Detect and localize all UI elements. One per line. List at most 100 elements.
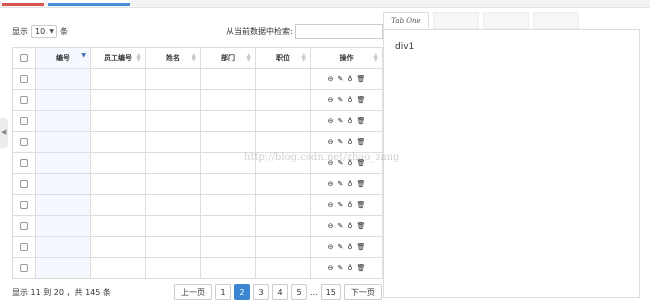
edit-icon[interactable]: ✎ bbox=[337, 75, 343, 83]
row-checkbox[interactable] bbox=[12, 152, 36, 174]
tab-one[interactable]: Tab One bbox=[383, 12, 429, 29]
view-icon[interactable]: ⊖ bbox=[328, 75, 334, 83]
key-icon[interactable]: ♁ bbox=[347, 75, 352, 83]
table-cell bbox=[145, 173, 201, 195]
col-header-dept[interactable]: 部门 ▲ ▼ bbox=[200, 47, 256, 69]
row-checkbox[interactable] bbox=[12, 89, 36, 111]
table-row: ⊖ ✎ ♁ 🗑 bbox=[12, 89, 383, 111]
key-icon[interactable]: ♁ bbox=[347, 222, 352, 230]
key-icon[interactable]: ♁ bbox=[347, 243, 352, 251]
table-cell bbox=[145, 110, 201, 132]
key-icon[interactable]: ♁ bbox=[347, 96, 352, 104]
page-button-2[interactable]: 2 bbox=[234, 284, 250, 300]
cell-id bbox=[35, 68, 91, 90]
table-row: ⊖ ✎ ♁ 🗑 bbox=[12, 257, 383, 279]
row-checkbox[interactable] bbox=[12, 173, 36, 195]
table-row: ⊖ ✎ ♁ 🗑 bbox=[12, 173, 383, 195]
edit-icon[interactable]: ✎ bbox=[337, 138, 343, 146]
view-icon[interactable]: ⊖ bbox=[328, 96, 334, 104]
table-cell bbox=[145, 68, 201, 90]
delete-icon[interactable]: 🗑 bbox=[357, 243, 366, 251]
view-icon[interactable]: ⊖ bbox=[328, 180, 334, 188]
row-checkbox[interactable] bbox=[12, 257, 36, 279]
delete-icon[interactable]: 🗑 bbox=[357, 201, 366, 209]
search-control: 从当前数据中检索: bbox=[226, 24, 383, 39]
row-checkbox[interactable] bbox=[12, 68, 36, 90]
key-icon[interactable]: ♁ bbox=[347, 117, 352, 125]
delete-icon[interactable]: 🗑 bbox=[357, 138, 366, 146]
view-icon[interactable]: ⊖ bbox=[328, 201, 334, 209]
view-icon[interactable]: ⊖ bbox=[328, 243, 334, 251]
view-icon[interactable]: ⊖ bbox=[328, 222, 334, 230]
page-length-select[interactable]: 10 ▼ bbox=[31, 24, 57, 38]
sort-icon: ▲ ▼ bbox=[191, 52, 196, 63]
row-checkbox[interactable] bbox=[12, 194, 36, 216]
table-row: ⊖ ✎ ♁ 🗑 bbox=[12, 194, 383, 216]
delete-icon[interactable]: 🗑 bbox=[357, 264, 366, 272]
table-cell bbox=[255, 236, 311, 258]
watermark: http://blog.csdn.net/zhao_zang bbox=[244, 152, 400, 163]
table-cell bbox=[90, 236, 146, 258]
table-cell bbox=[255, 194, 311, 216]
page-button-5[interactable]: 5 bbox=[291, 284, 307, 300]
col-header-position[interactable]: 职位 ▲ ▼ bbox=[255, 47, 311, 69]
table-row: ⊖ ✎ ♁ 🗑 bbox=[12, 236, 383, 258]
key-icon[interactable]: ♁ bbox=[347, 264, 352, 272]
edit-icon[interactable]: ✎ bbox=[337, 117, 343, 125]
table-cell bbox=[145, 215, 201, 237]
tab-two[interactable] bbox=[433, 12, 479, 29]
edit-icon[interactable]: ✎ bbox=[337, 243, 343, 251]
employee-table: 编号 ▼ 员工编号 ▲ ▼ 姓名 ▲ ▼ 部门 ▲ ▼ 职位 ▲ ▼ 操作 ▲ ▼ ⊖ ✎ ♁ 🗑 ⊖ ✎ ♁ 🗑 ⊖… bbox=[12, 47, 383, 279]
view-icon[interactable]: ⊖ bbox=[328, 138, 334, 146]
delete-icon[interactable]: 🗑 bbox=[357, 117, 366, 125]
table-cell bbox=[90, 152, 146, 174]
top-tab-2[interactable] bbox=[48, 0, 130, 6]
col-header-actions[interactable]: 操作 ▲ ▼ bbox=[310, 47, 383, 69]
sidebar-toggle[interactable]: ◀ bbox=[0, 118, 8, 148]
view-icon[interactable]: ⊖ bbox=[328, 264, 334, 272]
page-button-last[interactable]: 15 bbox=[320, 284, 341, 300]
table-row: ⊖ ✎ ♁ 🗑 bbox=[12, 68, 383, 90]
edit-icon[interactable]: ✎ bbox=[337, 201, 343, 209]
tab-list: Tab One bbox=[383, 12, 583, 29]
table-cell bbox=[200, 215, 256, 237]
table-cell bbox=[255, 131, 311, 153]
row-checkbox[interactable] bbox=[12, 131, 36, 153]
next-page-button[interactable]: 下一页 bbox=[343, 284, 382, 300]
col-header-emp-no[interactable]: 员工编号 ▲ ▼ bbox=[90, 47, 146, 69]
edit-icon[interactable]: ✎ bbox=[337, 180, 343, 188]
sort-icon: ▲ ▼ bbox=[136, 52, 141, 63]
top-tab-1[interactable] bbox=[2, 0, 44, 6]
chevron-down-icon: ▼ bbox=[49, 27, 54, 35]
delete-icon[interactable]: 🗑 bbox=[357, 96, 366, 104]
key-icon[interactable]: ♁ bbox=[347, 138, 352, 146]
tab-three[interactable] bbox=[483, 12, 529, 29]
search-input[interactable] bbox=[294, 24, 383, 39]
delete-icon[interactable]: 🗑 bbox=[357, 180, 366, 188]
table-cell bbox=[255, 110, 311, 132]
col-header-id[interactable]: 编号 ▼ bbox=[35, 47, 91, 69]
view-icon[interactable]: ⊖ bbox=[328, 117, 334, 125]
delete-icon[interactable]: 🗑 bbox=[357, 75, 366, 83]
row-checkbox[interactable] bbox=[12, 110, 36, 132]
row-checkbox[interactable] bbox=[12, 236, 36, 258]
edit-icon[interactable]: ✎ bbox=[337, 222, 343, 230]
select-all-checkbox[interactable] bbox=[12, 47, 36, 69]
edit-icon[interactable]: ✎ bbox=[337, 96, 343, 104]
cell-actions: ⊖ ✎ ♁ 🗑 bbox=[310, 68, 383, 90]
col-header-name[interactable]: 姓名 ▲ ▼ bbox=[145, 47, 201, 69]
edit-icon[interactable]: ✎ bbox=[337, 264, 343, 272]
page-button-1[interactable]: 1 bbox=[215, 284, 231, 300]
table-cell bbox=[200, 131, 256, 153]
row-checkbox[interactable] bbox=[12, 215, 36, 237]
page-button-4[interactable]: 4 bbox=[272, 284, 288, 300]
delete-icon[interactable]: 🗑 bbox=[357, 222, 366, 230]
tab-four[interactable] bbox=[533, 12, 579, 29]
cell-actions: ⊖ ✎ ♁ 🗑 bbox=[310, 89, 383, 111]
page-button-3[interactable]: 3 bbox=[253, 284, 269, 300]
key-icon[interactable]: ♁ bbox=[347, 201, 352, 209]
prev-page-button[interactable]: 上一页 bbox=[174, 284, 212, 300]
pagination-ellipsis: ... bbox=[310, 287, 318, 297]
cell-id bbox=[35, 110, 91, 132]
key-icon[interactable]: ♁ bbox=[347, 180, 352, 188]
